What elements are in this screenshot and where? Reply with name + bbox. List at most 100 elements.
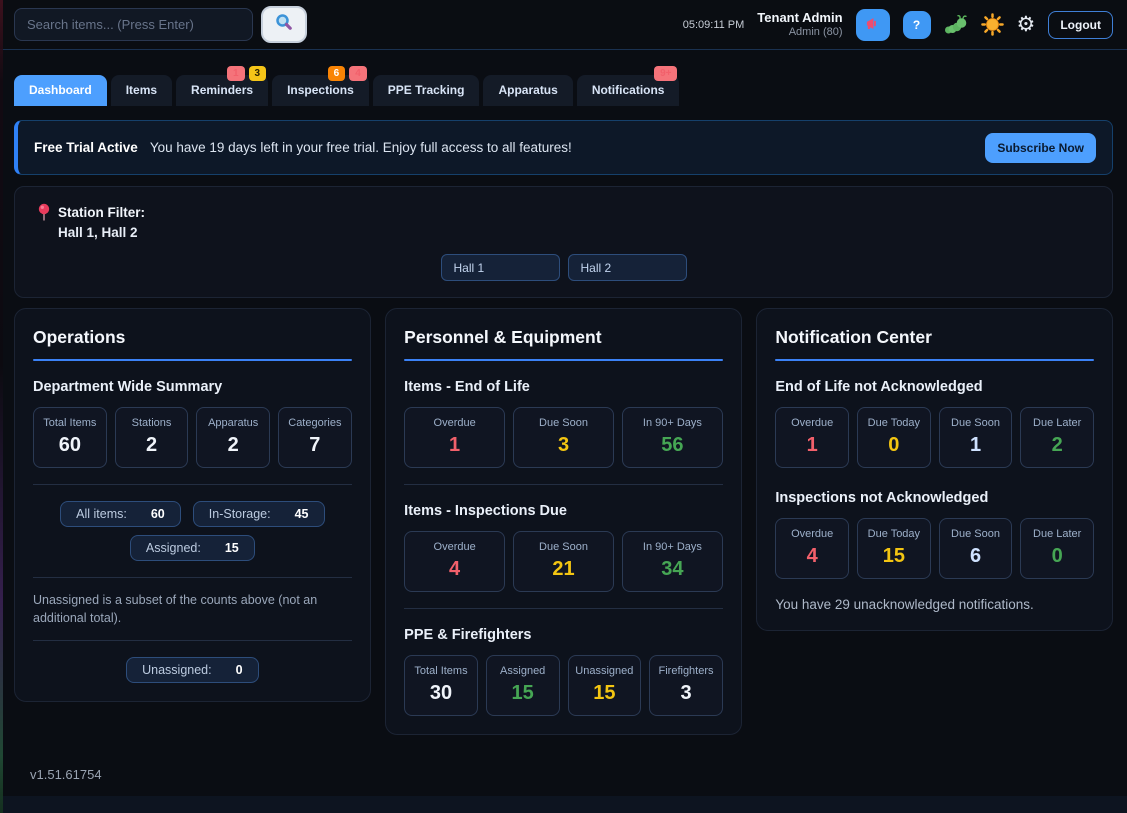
unassigned-pill-row: Unassigned: 0 [33,657,352,683]
stat-label: Total Items [36,417,104,429]
tab-inspections[interactable]: Inspections 6 4 [272,75,369,106]
personnel-title: Personnel & Equipment [404,327,723,348]
search-input[interactable] [14,8,253,41]
hall-1-button[interactable]: Hall 1 [441,254,560,281]
stat-value: 3 [652,682,720,705]
divider [404,608,723,609]
search-button[interactable] [261,6,307,43]
pill-label: Assigned: [146,541,201,555]
stat-value: 7 [281,434,349,457]
reminders-badge-1: 1 [227,66,245,81]
title-underline [775,359,1094,361]
stat-label: Overdue [407,541,502,553]
logout-button[interactable]: Logout [1048,11,1113,39]
stat-value: 15 [571,682,639,705]
tab-badges: 9+ [654,66,677,81]
assigned-pill: Assigned: 15 [130,535,255,561]
stat-tile: Apparatus 2 [196,407,270,468]
stat-value: 2 [1023,434,1091,457]
stat-value: 4 [778,545,846,568]
stat-tile: Overdue 4 [404,531,505,592]
stat-label: Due Later [1023,417,1091,429]
tab-label: Inspections [287,83,354,97]
stat-label: In 90+ Days [625,541,720,553]
station-filter-card: Station Filter: Hall 1, Hall 2 Hall 1 Ha… [14,186,1113,298]
tab-ppe-tracking[interactable]: PPE Tracking [373,75,480,106]
announcements-button[interactable] [856,9,890,41]
eol-not-acknowledged-title: End of Life not Acknowledged [775,379,1094,395]
stat-value: 30 [407,682,475,705]
stat-label: Apparatus [199,417,267,429]
user-name: Tenant Admin [757,10,842,26]
stat-value: 15 [489,682,557,705]
bottom-strip [0,796,1127,813]
ppe-firefighters-title: PPE & Firefighters [404,627,723,643]
pushpin-icon [37,203,51,227]
stat-tile: Stations 2 [115,407,189,468]
stat-tile: Overdue 1 [404,407,505,468]
notification-center-card: Notification Center End of Life not Ackn… [756,308,1113,631]
stat-label: Overdue [778,528,846,540]
stat-tile: Due Soon 1 [939,407,1013,468]
station-filter-value: Hall 1, Hall 2 [58,223,145,243]
item-count-pills: All items: 60 In-Storage: 45 [33,501,352,527]
tab-label: Notifications [592,83,665,97]
caterpillar-icon[interactable] [944,14,968,35]
stat-label: Assigned [489,665,557,677]
stat-value: 0 [860,434,928,457]
stat-tile: Due Later 2 [1020,407,1094,468]
stat-value: 6 [942,545,1010,568]
stat-label: Unassigned [571,665,639,677]
top-bar: 05:09:11 PM Tenant Admin Admin (80) ? [0,0,1127,50]
stat-tile: Due Soon 6 [939,518,1013,579]
dashboard-cards: Operations Department Wide Summary Total… [14,308,1113,735]
stat-tile: Due Soon 21 [513,531,614,592]
stat-value: 2 [199,434,267,457]
inspections-not-acknowledged-title: Inspections not Acknowledged [775,490,1094,506]
stat-label: Overdue [778,417,846,429]
app-version: v1.51.61754 [30,767,1113,782]
personnel-equipment-card: Personnel & Equipment Items - End of Lif… [385,308,742,735]
inspections-not-acknowledged-tiles: Overdue 4 Due Today 15 Due Soon 6 Due La… [775,518,1094,579]
eol-not-acknowledged-tiles: Overdue 1 Due Today 0 Due Soon 1 Due Lat… [775,407,1094,468]
unassigned-note: Unassigned is a subset of the counts abo… [33,591,352,627]
hall-2-button[interactable]: Hall 2 [568,254,687,281]
assigned-pill-row: Assigned: 15 [33,535,352,561]
tab-apparatus[interactable]: Apparatus [483,75,572,106]
stat-label: Firefighters [652,665,720,677]
pill-value: 45 [295,507,309,521]
tab-badges: 6 4 [328,66,367,81]
inspections-badge-1: 6 [328,66,346,81]
tab-reminders[interactable]: Reminders 1 3 [176,75,268,106]
tab-dashboard[interactable]: Dashboard [14,75,107,106]
stat-tile: In 90+ Days 34 [622,531,723,592]
stat-tile: Total Items 30 [404,655,478,716]
stat-tile: Unassigned 15 [568,655,642,716]
tab-notifications[interactable]: Notifications 9+ [577,75,680,106]
trial-message: You have 19 days left in your free trial… [150,140,572,155]
pill-value: 15 [225,541,239,555]
unassigned-pill: Unassigned: 0 [126,657,258,683]
sun-icon[interactable] [981,13,1004,36]
subscribe-now-button[interactable]: Subscribe Now [985,133,1096,163]
pill-value: 60 [151,507,165,521]
inspections-due-tiles: Overdue 4 Due Soon 21 In 90+ Days 34 [404,531,723,592]
station-filter-buttons: Hall 1 Hall 2 [15,254,1112,281]
free-trial-banner: Free Trial Active You have 19 days left … [14,120,1113,175]
stat-value: 1 [942,434,1010,457]
title-underline [404,359,723,361]
stat-label: Due Soon [942,417,1010,429]
pill-label: Unassigned: [142,663,212,677]
stat-label: In 90+ Days [625,417,720,429]
stat-label: Total Items [407,665,475,677]
stat-label: Categories [281,417,349,429]
stat-tile: Overdue 1 [775,407,849,468]
all-items-pill: All items: 60 [60,501,181,527]
help-button[interactable]: ? [903,11,931,39]
settings-gear-icon[interactable]: ⚙ [1017,14,1036,35]
pill-label: All items: [76,507,127,521]
tab-items[interactable]: Items [111,75,172,106]
inspections-due-title: Items - Inspections Due [404,503,723,519]
stat-value: 60 [36,434,104,457]
tab-label: Items [126,83,157,97]
